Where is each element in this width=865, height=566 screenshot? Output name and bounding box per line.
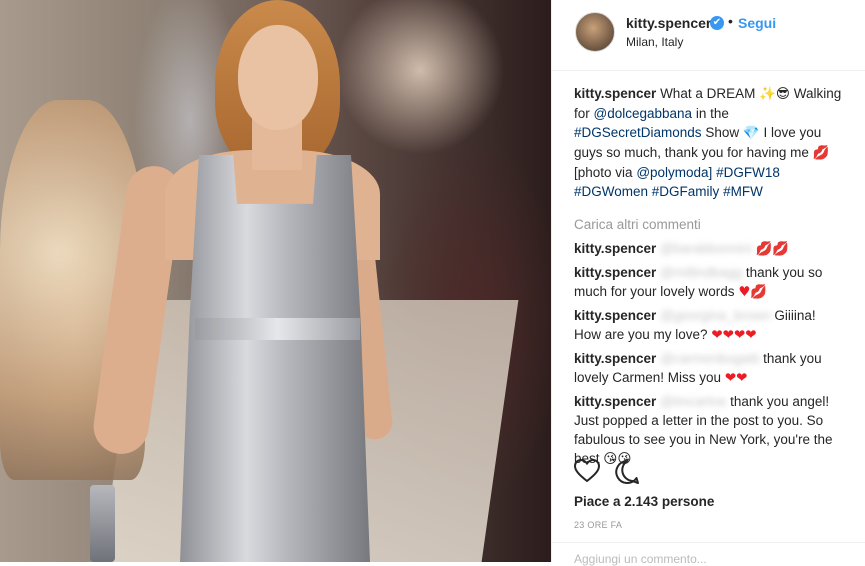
- comment-item: kitty.spencer @barabbonnini 💋💋: [574, 239, 844, 259]
- avatar[interactable]: [575, 12, 615, 52]
- verified-badge-icon: ✔: [710, 16, 724, 30]
- post-timestamp[interactable]: 23 ORE FA: [574, 520, 622, 530]
- caption: kitty.spencer What a DREAM ✨😎 Walking fo…: [574, 84, 844, 201]
- heart-outline-icon[interactable]: [573, 458, 602, 485]
- post-photo[interactable]: [0, 0, 551, 562]
- comment-mention[interactable]: @barabbonnini: [660, 241, 752, 256]
- caption-text: Show: [705, 125, 740, 140]
- add-comment-field[interactable]: Aggiungi un commento...: [574, 552, 707, 566]
- comment-username[interactable]: kitty.spencer: [574, 308, 656, 323]
- comment-mention[interactable]: @tmcartne: [660, 394, 726, 409]
- caption-username[interactable]: kitty.spencer: [574, 86, 656, 101]
- caption-text: What a DREAM: [660, 86, 756, 101]
- post-actions: [573, 458, 650, 485]
- comment-username[interactable]: kitty.spencer: [574, 265, 656, 280]
- comment-emoji: ❤❤❤❤: [711, 327, 757, 343]
- comment-item: kitty.spencer @tmcartne thank you angel!…: [574, 392, 844, 469]
- likes-count[interactable]: Piace a 2.143 persone: [574, 494, 714, 509]
- comments-list: kitty.spencer What a DREAM ✨😎 Walking fo…: [574, 84, 844, 469]
- caption-mention[interactable]: @polymoda]: [636, 165, 712, 180]
- comment-username[interactable]: kitty.spencer: [574, 241, 656, 256]
- comment-mention[interactable]: @millindbagg: [660, 265, 742, 280]
- comment-item: kitty.spencer @millindbagg thank you so …: [574, 263, 844, 302]
- follow-button[interactable]: Segui: [738, 15, 776, 31]
- model-belt: [195, 318, 360, 340]
- caption-mention[interactable]: @dolcegabbana: [594, 106, 693, 121]
- comment-item: kitty.spencer @georgina_brown Giiiina! H…: [574, 306, 844, 345]
- comment-emoji: ♥💋: [738, 284, 768, 300]
- comment-item: kitty.spencer @carmenbugatti thank you l…: [574, 349, 844, 388]
- model-face: [238, 25, 318, 130]
- comment-username[interactable]: kitty.spencer: [574, 351, 656, 366]
- comment-username[interactable]: kitty.spencer: [574, 394, 656, 409]
- divider: [552, 542, 865, 543]
- caption-text: [photo via: [574, 165, 633, 180]
- caption-text: in the: [695, 106, 729, 121]
- post-username[interactable]: kitty.spencer: [626, 15, 711, 31]
- caption-hashtag[interactable]: #DGWomen: [574, 184, 648, 199]
- caption-hashtag[interactable]: #DGFW18: [716, 165, 780, 180]
- load-more-comments-button[interactable]: Carica altri commenti: [574, 215, 844, 234]
- comment-bubble-icon[interactable]: [614, 459, 642, 485]
- caption-emoji: ✨😎: [759, 86, 790, 102]
- caption-hashtag[interactable]: #DGSecretDiamonds: [574, 125, 702, 140]
- model-dress: [180, 155, 370, 562]
- caption-emoji: 💋: [812, 145, 830, 161]
- post-location[interactable]: Milan, Italy: [626, 35, 683, 49]
- post-sidebar: kitty.spencer ✔ • Segui Milan, Italy kit…: [551, 0, 865, 566]
- caption-hashtag[interactable]: #MFW: [723, 184, 763, 199]
- comment-emoji: 💋💋: [755, 241, 790, 257]
- comment-mention[interactable]: @georgina_brown: [660, 308, 771, 323]
- model-bag: [90, 485, 115, 562]
- post-header: kitty.spencer ✔ • Segui Milan, Italy: [552, 0, 865, 71]
- separator-dot: •: [728, 13, 733, 29]
- comment-mention[interactable]: @carmenbugatti: [660, 351, 759, 366]
- caption-emoji: 💎: [742, 125, 760, 141]
- instagram-post: kitty.spencer ✔ • Segui Milan, Italy kit…: [0, 0, 865, 566]
- caption-hashtag[interactable]: #DGFamily: [652, 184, 720, 199]
- comment-emoji: ❤❤: [724, 370, 748, 386]
